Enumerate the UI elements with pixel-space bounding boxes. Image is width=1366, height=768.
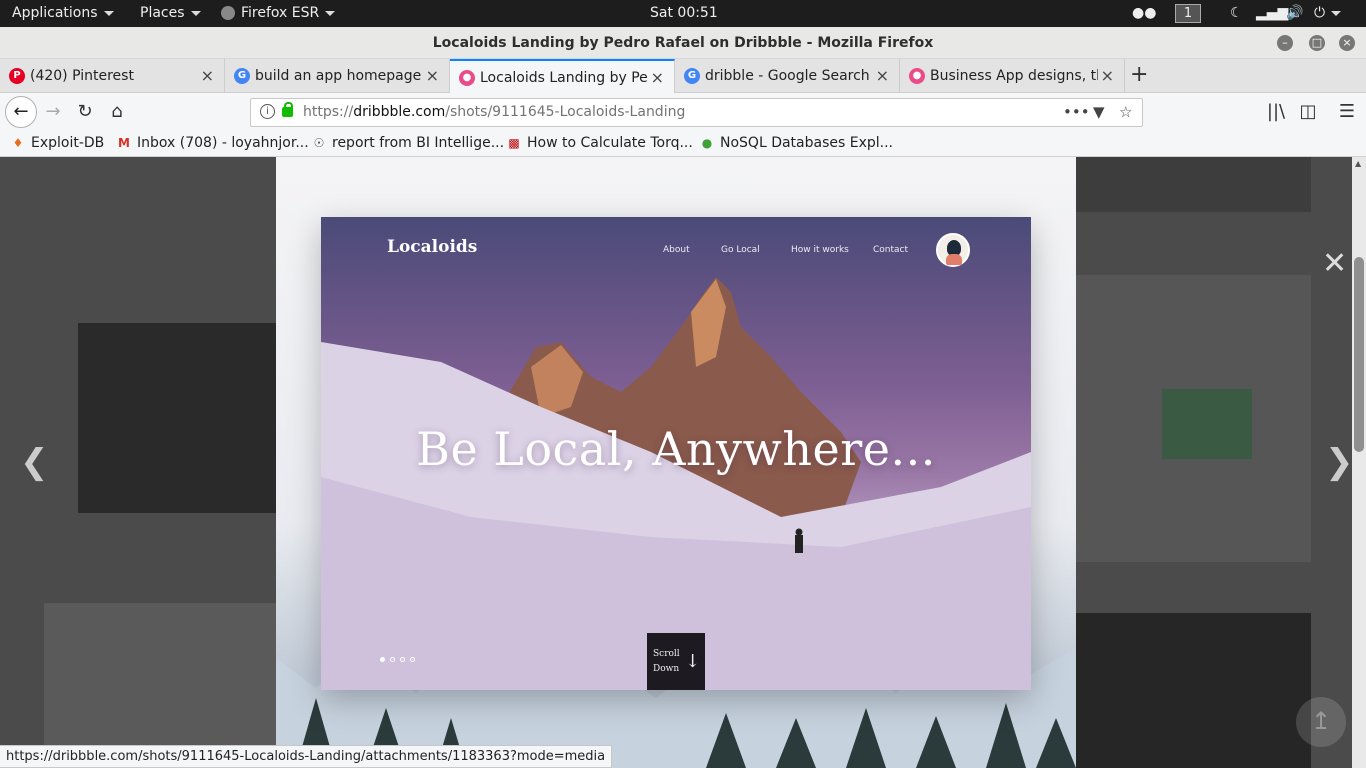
pinterest-icon: P bbox=[9, 68, 25, 84]
bookmarks-toolbar: ♦ Exploit-DB M Inbox (708) - loyahnjor... … bbox=[0, 131, 1366, 157]
previous-shot-arrow-icon[interactable]: ❮ bbox=[20, 442, 49, 482]
bookmark-bi-report[interactable]: ☉ report from BI Intellige... bbox=[312, 131, 504, 156]
close-tab-icon[interactable]: × bbox=[1101, 67, 1114, 85]
shot-nav-go-local: Go Local bbox=[721, 245, 760, 255]
slide-dot bbox=[390, 657, 395, 662]
lock-icon[interactable] bbox=[282, 102, 293, 117]
window-titlebar: Localoids Landing by Pedro Rafael on Dri… bbox=[0, 27, 1366, 59]
network-signal-icon[interactable]: ▂▄▆ bbox=[1256, 4, 1288, 23]
tab-localoids[interactable]: ● Localoids Landing by Pedro × bbox=[450, 59, 675, 93]
page-actions-icon[interactable]: ••• bbox=[1063, 99, 1090, 126]
scroll-down-box: Scroll Down ↓ bbox=[647, 633, 705, 690]
library-icon[interactable]: ||\ bbox=[1262, 98, 1290, 126]
pocket-icon[interactable]: ▼ bbox=[1093, 99, 1105, 126]
chevron-down-icon bbox=[103, 10, 114, 16]
status-bar-link-preview: https://dribbble.com/shots/9111645-Local… bbox=[0, 745, 613, 768]
volume-icon[interactable]: 🔊 bbox=[1286, 4, 1303, 23]
tab-dribble-search[interactable]: G dribble - Google Search × bbox=[675, 59, 900, 93]
next-shot-arrow-icon[interactable]: ❯ bbox=[1325, 442, 1352, 482]
bookmark-star-icon[interactable]: ☆ bbox=[1119, 99, 1132, 126]
clock[interactable]: Sat 00:51 bbox=[650, 0, 718, 27]
slide-dot bbox=[410, 657, 415, 662]
url-bar[interactable]: i https://dribbble.com/shots/9111645-Loc… bbox=[250, 98, 1143, 127]
firefox-icon bbox=[221, 6, 235, 20]
chevron-down-icon bbox=[1331, 10, 1342, 16]
page-scrollbar[interactable]: ▲ bbox=[1352, 157, 1366, 768]
bookmark-inbox[interactable]: M Inbox (708) - loyahnjor... bbox=[117, 131, 309, 156]
site-icon: ▩ bbox=[508, 136, 520, 150]
background-shot-flowers[interactable] bbox=[78, 323, 276, 513]
chevron-down-icon bbox=[325, 10, 336, 16]
shot-nav-contact: Contact bbox=[873, 245, 909, 255]
close-window-button[interactable]: × bbox=[1339, 35, 1355, 51]
tab-pinterest[interactable]: P (420) Pinterest × bbox=[0, 59, 225, 93]
scroll-up-icon[interactable]: ▲ bbox=[1355, 159, 1361, 168]
background-shot-betrayal[interactable] bbox=[1076, 613, 1311, 768]
gmail-icon: M bbox=[118, 136, 130, 150]
dribbble-icon: ● bbox=[909, 68, 925, 84]
tab-strip: P (420) Pinterest × G build an app homep… bbox=[0, 59, 1366, 93]
minimize-button[interactable]: – bbox=[1277, 35, 1293, 51]
arrow-down-icon: ↓ bbox=[685, 651, 701, 672]
slide-indicator bbox=[380, 647, 420, 666]
window-title: Localoids Landing by Pedro Rafael on Dri… bbox=[432, 35, 934, 51]
app-menu[interactable]: Firefox ESR bbox=[221, 0, 336, 27]
shot-nav-how-it-works: How it works bbox=[791, 245, 849, 255]
back-to-top-icon[interactable]: ↥ bbox=[1296, 697, 1346, 747]
site-info-icon[interactable]: i bbox=[260, 104, 275, 119]
gnome-top-bar: Applications Places Firefox ESR Sat 00:5… bbox=[0, 0, 1366, 27]
chevron-down-icon bbox=[190, 10, 201, 16]
background-shot-green-block bbox=[1162, 389, 1252, 459]
back-button[interactable]: ← bbox=[5, 96, 37, 128]
close-tab-icon[interactable]: × bbox=[201, 67, 214, 85]
background-shot-top-right[interactable] bbox=[1076, 157, 1311, 212]
power-icon[interactable]: ⏻ bbox=[1314, 4, 1342, 23]
tab-business-app[interactable]: ● Business App designs, the × bbox=[900, 59, 1125, 93]
shot-headline: Be Local, Anywhere... bbox=[416, 422, 936, 476]
applications-menu[interactable]: Applications bbox=[12, 0, 114, 27]
bookmark-nosql[interactable]: ● NoSQL Databases Expl... bbox=[700, 131, 893, 156]
people-icon[interactable]: ●● bbox=[1132, 4, 1156, 23]
reload-button[interactable]: ↻ bbox=[71, 98, 99, 126]
slide-dot bbox=[400, 657, 405, 662]
shot-logo: Localoids bbox=[387, 237, 478, 257]
slide-dot bbox=[380, 657, 385, 662]
places-menu[interactable]: Places bbox=[140, 0, 201, 27]
page-content: ❮ ❯ ✕ ↥ Localoids About Go Local How it … bbox=[0, 157, 1352, 768]
maximize-button[interactable]: □ bbox=[1309, 35, 1325, 51]
sidebar-icon[interactable]: ◫ bbox=[1294, 98, 1322, 126]
leaf-icon: ● bbox=[701, 136, 713, 150]
forward-button[interactable]: → bbox=[39, 98, 67, 126]
bookmark-torque[interactable]: ▩ How to Calculate Torq... bbox=[507, 131, 693, 156]
night-light-icon[interactable]: ☾ bbox=[1230, 4, 1243, 23]
home-button[interactable]: ⌂ bbox=[103, 98, 131, 126]
workspace-indicator[interactable]: 1 bbox=[1175, 4, 1201, 23]
shot-image-localoids[interactable]: Localoids About Go Local How it works Co… bbox=[321, 217, 1031, 690]
close-tab-icon[interactable]: × bbox=[876, 67, 889, 85]
new-tab-button[interactable]: + bbox=[1130, 63, 1148, 87]
dribbble-icon: ● bbox=[459, 70, 475, 86]
shot-overlay: Localoids About Go Local How it works Co… bbox=[276, 157, 1076, 768]
globe-icon: ☉ bbox=[313, 136, 325, 150]
google-icon: G bbox=[684, 68, 700, 84]
avatar bbox=[936, 233, 970, 267]
menu-hamburger-icon[interactable]: ☰ bbox=[1333, 98, 1361, 126]
url-text[interactable]: https://dribbble.com/shots/9111645-Local… bbox=[303, 99, 685, 126]
bookmark-exploit-db[interactable]: ♦ Exploit-DB bbox=[11, 131, 105, 156]
close-overlay-icon[interactable]: ✕ bbox=[1322, 249, 1347, 279]
tab-build-app-homepage[interactable]: G build an app homepage - × bbox=[225, 59, 450, 93]
background-shot-left-bottom[interactable] bbox=[44, 603, 276, 748]
close-tab-icon[interactable]: × bbox=[426, 67, 439, 85]
scrollbar-thumb[interactable] bbox=[1354, 257, 1364, 452]
google-icon: G bbox=[234, 68, 250, 84]
shot-nav-about: About bbox=[663, 245, 690, 255]
exploitdb-icon: ♦ bbox=[12, 136, 24, 150]
navigation-toolbar: ← → ↻ ⌂ i https://dribbble.com/shots/911… bbox=[0, 93, 1366, 131]
close-tab-icon[interactable]: × bbox=[651, 69, 664, 87]
